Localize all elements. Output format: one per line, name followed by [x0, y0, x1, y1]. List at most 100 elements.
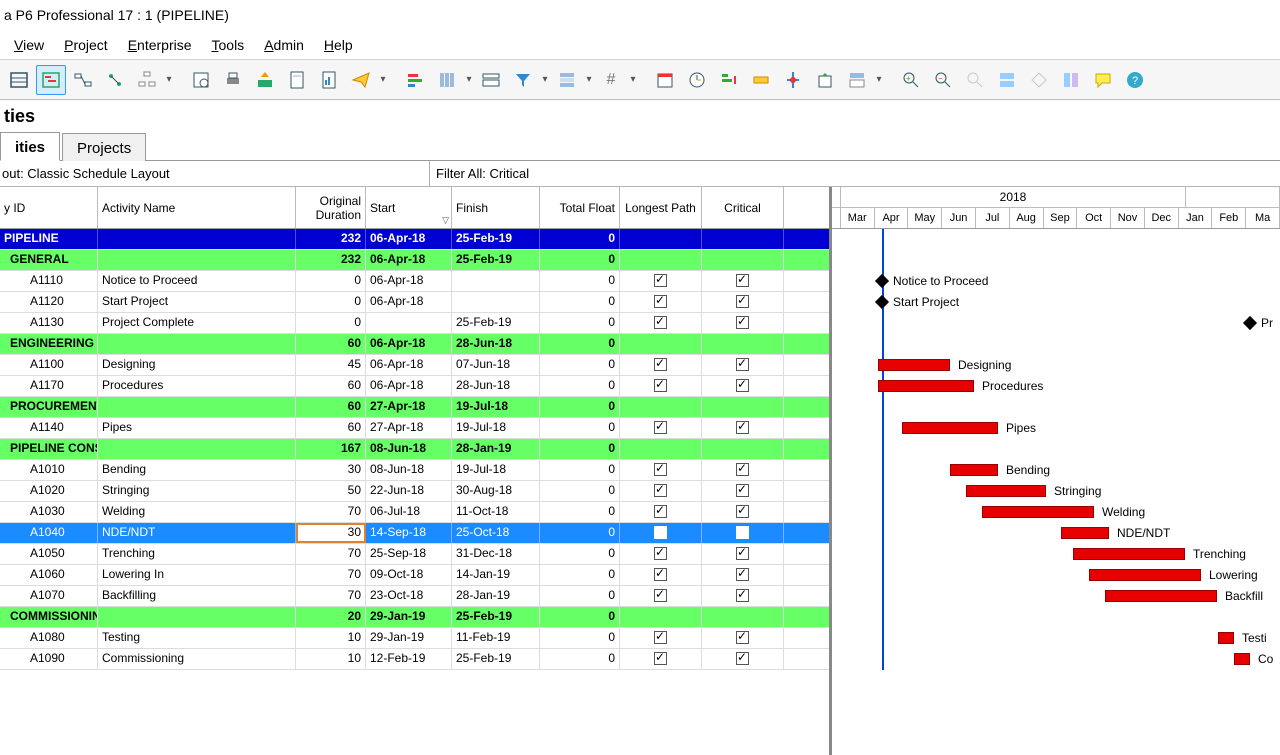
- tb-level-icon[interactable]: [714, 65, 744, 95]
- menu-help[interactable]: Help: [314, 33, 363, 57]
- dropdown-icon[interactable]: ▾: [874, 74, 884, 85]
- activity-row[interactable]: A1020Stringing5022-Jun-1830-Aug-180: [0, 481, 829, 502]
- wbs-row[interactable]: GENERAL23206-Apr-1825-Feb-190: [0, 250, 829, 271]
- checkbox-longest-path[interactable]: [654, 274, 667, 287]
- col-longest-path[interactable]: Longest Path: [620, 187, 702, 228]
- checkbox-longest-path[interactable]: [654, 358, 667, 371]
- gantt-bar[interactable]: [902, 422, 998, 434]
- tb-grid-icon[interactable]: [4, 65, 34, 95]
- tb-network-icon[interactable]: [68, 65, 98, 95]
- gantt-bar[interactable]: [950, 464, 998, 476]
- tab-activities[interactable]: ities: [0, 132, 60, 161]
- menu-tools[interactable]: Tools: [202, 33, 255, 57]
- tb-trace-icon[interactable]: [100, 65, 130, 95]
- checkbox-longest-path[interactable]: [654, 652, 667, 665]
- checkbox-critical[interactable]: [736, 589, 749, 602]
- checkbox-critical[interactable]: [736, 505, 749, 518]
- activity-row[interactable]: A1070Backfilling7023-Oct-1828-Jan-190: [0, 586, 829, 607]
- tb-page-icon[interactable]: [282, 65, 312, 95]
- checkbox-critical[interactable]: [736, 568, 749, 581]
- tb-wbs-icon[interactable]: [132, 65, 162, 95]
- checkbox-critical[interactable]: [736, 316, 749, 329]
- tb-zoom-out-icon[interactable]: −: [928, 65, 958, 95]
- checkbox-critical[interactable]: [736, 484, 749, 497]
- wbs-row[interactable]: PIPELINE CONSTRUCTION16708-Jun-1828-Jan-…: [0, 439, 829, 460]
- checkbox-longest-path[interactable]: [654, 484, 667, 497]
- checkbox-longest-path[interactable]: [654, 589, 667, 602]
- tb-progress-icon[interactable]: [746, 65, 776, 95]
- checkbox-critical[interactable]: [736, 463, 749, 476]
- tb-print-icon[interactable]: [218, 65, 248, 95]
- gantt-bar[interactable]: [1089, 569, 1201, 581]
- checkbox-longest-path[interactable]: [654, 547, 667, 560]
- activity-row[interactable]: A1040NDE/NDT3014-Sep-1825-Oct-180: [0, 523, 829, 544]
- wbs-row[interactable]: ENGINEERING6006-Apr-1828-Jun-180: [0, 334, 829, 355]
- menu-enterprise[interactable]: Enterprise: [118, 33, 202, 57]
- activity-row[interactable]: A1110Notice to Proceed006-Apr-180: [0, 271, 829, 292]
- milestone-icon[interactable]: [1243, 316, 1257, 330]
- tb-split-icon[interactable]: [992, 65, 1022, 95]
- dropdown-icon[interactable]: ▾: [584, 74, 594, 85]
- checkbox-critical[interactable]: [736, 358, 749, 371]
- activity-row[interactable]: A1090Commissioning1012-Feb-1925-Feb-190: [0, 649, 829, 670]
- tb-zoom-fit-icon[interactable]: [960, 65, 990, 95]
- gantt-bar[interactable]: [1105, 590, 1217, 602]
- checkbox-longest-path[interactable]: [654, 505, 667, 518]
- activity-row[interactable]: A1100Designing4506-Apr-1807-Jun-180: [0, 355, 829, 376]
- tb-top-icon[interactable]: [842, 65, 872, 95]
- checkbox-longest-path[interactable]: [654, 379, 667, 392]
- gantt-bar[interactable]: [1061, 527, 1109, 539]
- tb-compare-icon[interactable]: [1056, 65, 1086, 95]
- checkbox-critical[interactable]: [736, 274, 749, 287]
- milestone-icon[interactable]: [875, 274, 889, 288]
- dropdown-icon[interactable]: ▾: [378, 74, 388, 85]
- dropdown-icon[interactable]: ▾: [164, 74, 174, 85]
- tb-gantt-icon[interactable]: [36, 65, 66, 95]
- filter-label[interactable]: Filter All: Critical: [430, 161, 1280, 186]
- tb-filter-icon[interactable]: [508, 65, 538, 95]
- tb-group-icon[interactable]: [552, 65, 582, 95]
- tb-timescale-icon[interactable]: [476, 65, 506, 95]
- checkbox-longest-path[interactable]: [654, 631, 667, 644]
- tb-apply-icon[interactable]: [778, 65, 808, 95]
- checkbox-longest-path[interactable]: [654, 526, 667, 539]
- dropdown-icon[interactable]: ▾: [540, 74, 550, 85]
- tb-zoom-in-icon[interactable]: +: [896, 65, 926, 95]
- checkbox-longest-path[interactable]: [654, 295, 667, 308]
- tb-columns-icon[interactable]: [432, 65, 462, 95]
- activity-row[interactable]: A1120Start Project006-Apr-180: [0, 292, 829, 313]
- col-critical[interactable]: Critical: [702, 187, 784, 228]
- tb-bars-icon[interactable]: [400, 65, 430, 95]
- wbs-row[interactable]: COMMISSIONING2029-Jan-1925-Feb-190: [0, 607, 829, 628]
- tb-clock-icon[interactable]: [682, 65, 712, 95]
- gantt-bar[interactable]: [966, 485, 1046, 497]
- col-total-float[interactable]: Total Float: [540, 187, 620, 228]
- dropdown-icon[interactable]: ▾: [464, 74, 474, 85]
- activity-row[interactable]: A1010Bending3008-Jun-1819-Jul-180: [0, 460, 829, 481]
- checkbox-critical[interactable]: [736, 526, 749, 539]
- checkbox-critical[interactable]: [736, 295, 749, 308]
- checkbox-longest-path[interactable]: [654, 463, 667, 476]
- col-finish[interactable]: Finish: [452, 187, 540, 228]
- menu-project[interactable]: Project: [54, 33, 118, 57]
- checkbox-longest-path[interactable]: [654, 568, 667, 581]
- gantt-bar[interactable]: [1234, 653, 1250, 665]
- tb-help-icon[interactable]: ?: [1120, 65, 1150, 95]
- tb-comment-icon[interactable]: [1088, 65, 1118, 95]
- activity-row[interactable]: A1030Welding7006-Jul-1811-Oct-180: [0, 502, 829, 523]
- activity-row[interactable]: A1130Project Complete025-Feb-190: [0, 313, 829, 334]
- checkbox-critical[interactable]: [736, 652, 749, 665]
- tb-diamond-icon[interactable]: [1024, 65, 1054, 95]
- tab-projects[interactable]: Projects: [62, 133, 146, 161]
- tb-report-icon[interactable]: [314, 65, 344, 95]
- gantt-bar[interactable]: [1218, 632, 1234, 644]
- gantt-chart[interactable]: 2018 MarAprMayJunJulAugSepOctNovDecJanFe…: [830, 187, 1280, 755]
- col-start[interactable]: Start▽: [366, 187, 452, 228]
- project-row[interactable]: PIPELINE23206-Apr-1825-Feb-190: [0, 229, 829, 250]
- gantt-bar[interactable]: [982, 506, 1094, 518]
- checkbox-longest-path[interactable]: [654, 316, 667, 329]
- tb-preview-icon[interactable]: [186, 65, 216, 95]
- tb-hash-icon[interactable]: #: [596, 65, 626, 95]
- dropdown-icon[interactable]: ▾: [628, 74, 638, 85]
- tb-store-icon[interactable]: [810, 65, 840, 95]
